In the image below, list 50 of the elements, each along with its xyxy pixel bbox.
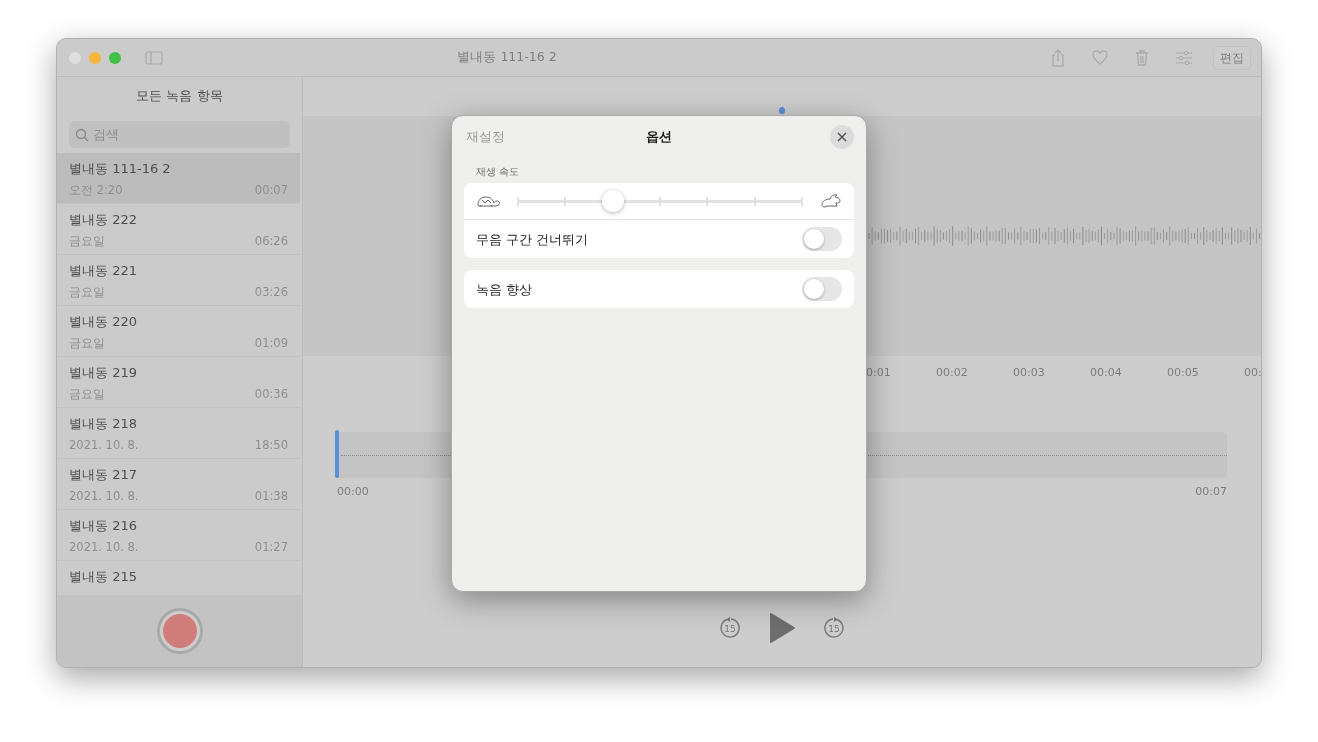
recording-name: 별내동 215 <box>69 568 138 586</box>
recording-duration: 06:26 <box>254 233 288 250</box>
recording-date: 2021. 10. 8. <box>69 488 139 505</box>
recording-duration: 03:26 <box>254 284 288 301</box>
setting-label: 무음 구간 건너뛰기 <box>476 230 589 249</box>
playhead-handle[interactable] <box>335 430 339 478</box>
sidebar-toggle-icon[interactable] <box>145 50 163 65</box>
playhead-marker[interactable] <box>779 107 785 114</box>
time-label: 00:04 <box>1090 364 1123 381</box>
section-label: 재생 속도 <box>475 165 521 179</box>
sidebar-heading: 모든 녹음 항목 <box>135 87 224 105</box>
setting-label: 녹음 향상 <box>476 280 533 299</box>
recording-name: 별내동 217 <box>69 466 138 484</box>
recording-name: 별내동 219 <box>69 364 138 382</box>
recording-name: 별내동 222 <box>69 211 138 229</box>
end-time: 00:07 <box>1195 484 1227 500</box>
recording-duration: 01:09 <box>254 335 288 352</box>
minimize-window-button[interactable] <box>89 51 101 64</box>
recording-name: 별내동 218 <box>69 415 138 433</box>
time-label: 00: <box>1244 364 1261 381</box>
skip-back-button[interactable]: 15 <box>718 616 742 640</box>
close-icon <box>837 132 847 142</box>
recording-name: 별내동 216 <box>69 517 138 535</box>
dialog-title: 옵션 <box>646 128 672 147</box>
record-button[interactable] <box>156 608 203 654</box>
recording-duration: 18:50 <box>254 437 288 454</box>
slider-thumb[interactable] <box>601 190 624 213</box>
window-title: 별내동 111-16 2 <box>456 48 558 67</box>
close-button[interactable] <box>830 125 854 149</box>
time-label: 00:02 <box>936 364 969 381</box>
recording-date: 2021. 10. 8. <box>69 539 139 556</box>
recording-name: 별내동 111-16 2 <box>69 160 172 178</box>
recording-item[interactable]: 별내동 216 2021. 10. 8. 01:27 <box>57 510 300 561</box>
recording-duration: 00:36 <box>254 386 288 403</box>
skip-forward-button[interactable]: 15 <box>822 616 846 640</box>
recording-duration: 01:38 <box>254 488 288 505</box>
toggle-switch[interactable] <box>802 227 842 252</box>
recording-duration: 01:27 <box>254 539 288 556</box>
recording-name: 별내동 220 <box>69 313 138 331</box>
start-time: 00:00 <box>337 484 369 500</box>
zoom-window-button[interactable] <box>109 51 121 64</box>
recording-item[interactable]: 별내동 218 2021. 10. 8. 18:50 <box>57 408 300 459</box>
recording-date: 2021. 10. 8. <box>69 437 139 454</box>
time-label: 00:05 <box>1167 364 1200 381</box>
recording-name: 별내동 221 <box>69 262 138 280</box>
play-button[interactable] <box>768 612 796 644</box>
time-label: 00:03 <box>1013 364 1046 381</box>
time-label: 0:01 <box>866 364 892 381</box>
recording-item[interactable]: 별내동 217 2021. 10. 8. 01:38 <box>57 459 300 510</box>
toggle-switch[interactable] <box>802 277 842 302</box>
